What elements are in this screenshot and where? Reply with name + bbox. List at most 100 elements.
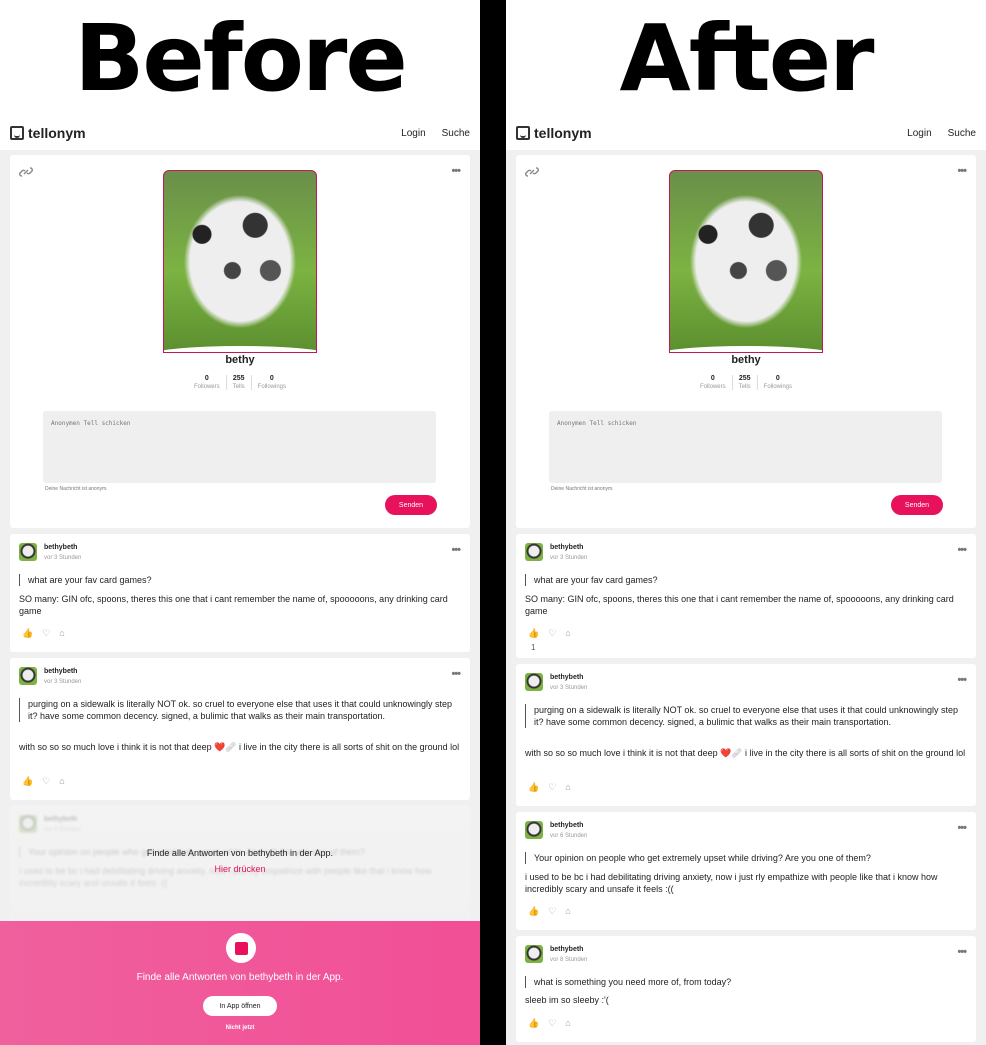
post-author[interactable]: bethybeth <box>550 822 583 829</box>
stat-value: 255 <box>232 375 245 382</box>
app-promo-banner: Finde alle Antworten von bethybeth in de… <box>0 921 480 1045</box>
logo[interactable]: tellonym <box>516 125 592 141</box>
link-icon[interactable] <box>19 167 33 177</box>
avatar[interactable] <box>19 667 37 685</box>
search-link[interactable]: Suche <box>442 128 470 139</box>
share-icon[interactable]: ⌂ <box>565 628 570 639</box>
heart-icon[interactable]: ♡ <box>42 628 50 639</box>
blur-fade <box>0 805 480 921</box>
avatar[interactable] <box>525 543 543 561</box>
post-menu-button[interactable]: ••• <box>957 674 967 686</box>
profile-name: bethy <box>225 354 255 366</box>
login-link[interactable]: Login <box>907 128 931 139</box>
logo-text: tellonym <box>534 125 592 141</box>
stat-followings[interactable]: 0 Followings <box>756 375 798 390</box>
post-question: what are your fav card games? <box>525 574 967 586</box>
post-card: bethybeth vor 3 Stunden ••• purging on a… <box>516 664 976 806</box>
post-answer: i used to be bc i had debilitating drivi… <box>525 872 938 894</box>
post-card: bethybeth vor 8 Stunden ••• what is some… <box>516 936 976 1042</box>
stat-value: 0 <box>204 375 209 382</box>
not-now-link[interactable]: Nicht jetzt <box>0 1025 480 1031</box>
app-hint-link[interactable]: Hier drücken <box>0 864 480 874</box>
after-panel: After tellonym Login Suche ••• bethy 0 Fo… <box>506 0 986 1045</box>
post-author[interactable]: bethybeth <box>550 946 583 953</box>
stat-tells[interactable]: 255 Tells <box>731 375 757 390</box>
heart-icon[interactable]: ♡ <box>548 1018 556 1029</box>
post-menu-button[interactable]: ••• <box>957 946 967 958</box>
post-question: Your opinion on people who get extremely… <box>525 852 967 864</box>
avatar[interactable] <box>525 673 543 691</box>
share-icon[interactable]: ⌂ <box>59 776 64 787</box>
tell-input[interactable] <box>549 411 942 483</box>
share-icon[interactable]: ⌂ <box>565 782 570 793</box>
thumbs-up-icon[interactable]: 👍 <box>22 776 33 787</box>
post-card: bethybeth vor 6 Stunden ••• Your opinion… <box>516 812 976 930</box>
avatar[interactable] <box>525 945 543 963</box>
open-in-app-button[interactable]: In App öffnen <box>203 996 277 1016</box>
promo-text: Finde alle Antworten von bethybeth in de… <box>136 972 344 983</box>
post-author[interactable]: bethybeth <box>44 544 77 551</box>
send-button[interactable]: Senden <box>891 495 943 515</box>
heart-icon[interactable]: ♡ <box>548 906 556 917</box>
post-question: what are your fav card games? <box>19 574 461 586</box>
post-author[interactable]: bethybeth <box>550 544 583 551</box>
profile-avatar <box>163 170 317 353</box>
thumbs-up-icon[interactable]: 👍 <box>528 1018 539 1029</box>
like-count: 1 <box>531 643 536 652</box>
tellonym-logo-icon <box>10 126 24 140</box>
stat-label: Tells <box>232 384 245 390</box>
before-panel: Before tellonym Login Suche ••• bethy 0 F… <box>0 0 480 1045</box>
login-link[interactable]: Login <box>401 128 425 139</box>
profile-menu-button[interactable]: ••• <box>451 165 461 177</box>
stat-tells[interactable]: 255 Tells <box>225 375 251 390</box>
share-icon[interactable]: ⌂ <box>565 1018 570 1029</box>
thumbs-up-icon[interactable]: 👍 <box>528 906 539 917</box>
profile-avatar <box>669 170 823 353</box>
post-menu-button[interactable]: ••• <box>957 822 967 834</box>
stat-value: 0 <box>775 375 780 382</box>
post-answer: SO many: GIN ofc, spoons, theres this on… <box>19 594 448 616</box>
logo[interactable]: tellonym <box>10 125 86 141</box>
heart-icon[interactable]: ♡ <box>548 782 556 793</box>
post-answer: with so so so much love i think it is no… <box>525 748 966 758</box>
post-card: bethybeth vor 3 Stunden ••• purging on a… <box>10 658 470 800</box>
share-icon[interactable]: ⌂ <box>59 628 64 639</box>
post-actions: 👍 ♡ ⌂ <box>22 628 65 639</box>
stat-followers[interactable]: 0 Followers <box>694 375 732 390</box>
post-menu-button[interactable]: ••• <box>451 544 461 556</box>
link-icon[interactable] <box>525 167 539 177</box>
post-actions: 👍 ♡ ⌂ <box>528 1018 571 1029</box>
post-menu-button[interactable]: ••• <box>957 544 967 556</box>
stat-label: Followings <box>763 384 793 390</box>
top-bar: tellonym Login Suche <box>0 116 480 150</box>
profile-card: ••• bethy 0 Followers 255 Tells 0 Following… <box>10 155 470 528</box>
share-icon[interactable]: ⌂ <box>565 906 570 917</box>
anonymous-note: Deine Nachricht ist anonym. <box>551 486 614 492</box>
stat-followers[interactable]: 0 Followers <box>188 375 226 390</box>
post-author[interactable]: bethybeth <box>550 674 583 681</box>
thumbs-up-icon[interactable]: 👍 <box>528 628 539 639</box>
thumbs-up-icon[interactable]: 👍 <box>22 628 33 639</box>
post-card: bethybeth vor 3 Stunden ••• what are you… <box>10 534 470 652</box>
search-link[interactable]: Suche <box>948 128 976 139</box>
logo-text: tellonym <box>28 125 86 141</box>
stat-value: 0 <box>710 375 715 382</box>
tell-input[interactable] <box>43 411 436 483</box>
post-author[interactable]: bethybeth <box>44 668 77 675</box>
profile-name: bethy <box>731 354 761 366</box>
avatar[interactable] <box>19 543 37 561</box>
thumbs-up-icon[interactable]: 👍 <box>528 782 539 793</box>
post-time: vor 6 Stunden <box>550 833 588 839</box>
stat-followings[interactable]: 0 Followings <box>250 375 292 390</box>
post-answer: sleeb im so sleeby :'( <box>525 995 609 1005</box>
avatar[interactable] <box>525 821 543 839</box>
stat-label: Tells <box>738 384 751 390</box>
tellonym-logo-icon <box>516 126 530 140</box>
heart-icon[interactable]: ♡ <box>548 628 556 639</box>
send-button[interactable]: Senden <box>385 495 437 515</box>
tellonym-app-icon <box>226 933 256 963</box>
post-actions: 👍 ♡ ⌂ <box>22 776 65 787</box>
heart-icon[interactable]: ♡ <box>42 776 50 787</box>
profile-menu-button[interactable]: ••• <box>957 165 967 177</box>
post-menu-button[interactable]: ••• <box>451 668 461 680</box>
